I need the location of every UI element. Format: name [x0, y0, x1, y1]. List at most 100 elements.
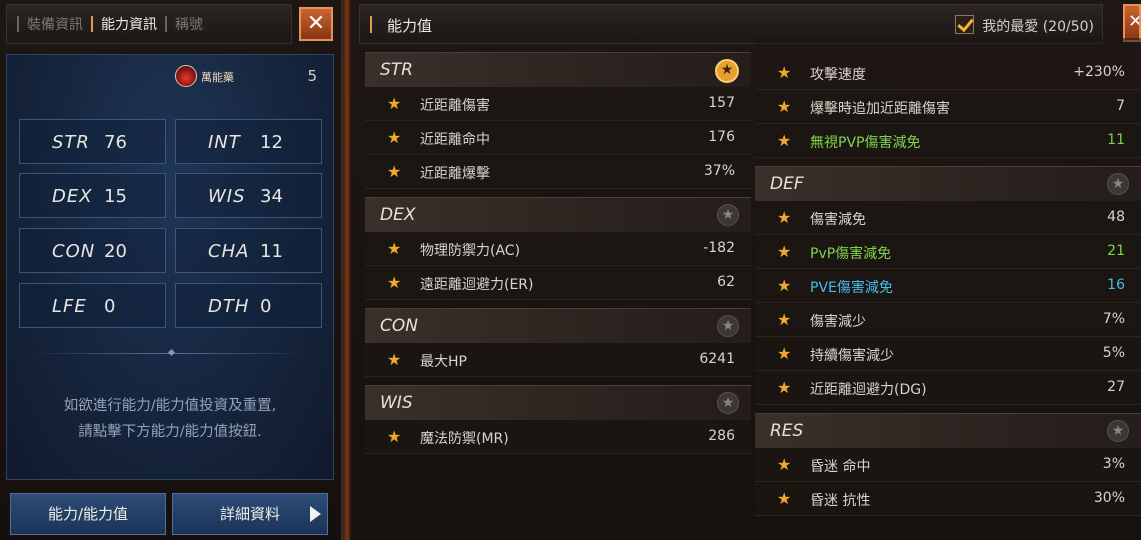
star-icon[interactable]: ★	[777, 310, 791, 329]
hint-text: 如欲進行能力/能力值投資及重置, 請點擊下方能力/能力值按鈕.	[7, 393, 333, 445]
level-value: 5	[307, 67, 317, 85]
star-icon[interactable]: ★	[777, 242, 791, 261]
stat-label: 近距離迴避力(DG)	[810, 382, 927, 398]
stat-name: LFE	[52, 296, 87, 317]
stat-row: ★ 傷害減免 48	[755, 201, 1141, 235]
star-icon[interactable]: ★	[387, 239, 401, 258]
class-header: 萬能藥 5	[7, 55, 333, 97]
section-header: DEX ★	[365, 197, 751, 232]
tab-ability-info[interactable]: 能力資訊	[93, 14, 165, 34]
star-icon[interactable]: ★	[777, 455, 791, 474]
stat-label: 近距離命中	[420, 132, 490, 148]
star-icon[interactable]: ★	[777, 208, 791, 227]
stat-value: 15	[104, 186, 127, 207]
stat-value: 48	[1107, 209, 1125, 225]
stat-value: 0	[260, 296, 272, 317]
section-str: STR ★ ★ 近距離傷害 157 ★ 近距離命中 176 ★ 近距離爆擊 37%	[365, 52, 751, 189]
section-header: DEF ★	[755, 166, 1141, 201]
section-title: STR	[380, 60, 413, 80]
details-button[interactable]: 詳細資料	[172, 493, 328, 535]
section-def: DEF ★ ★ 傷害減免 48 ★ PvP傷害減免 21 ★ PVE傷害減免 16 ★ 傷害減少 7% ★ 持…	[755, 166, 1141, 405]
stat-label: 傷害減少	[810, 314, 866, 330]
star-icon[interactable]: ★	[777, 344, 791, 363]
star-icon[interactable]: ★	[777, 63, 791, 82]
star-icon[interactable]: ★	[387, 162, 401, 181]
stats-column-left: STR ★ ★ 近距離傷害 157 ★ 近距離命中 176 ★ 近距離爆擊 37% DEX ★ ★ 物理防禦…	[365, 52, 751, 540]
stat-lfe: LFE 0	[19, 283, 166, 328]
stat-name: WIS	[208, 186, 246, 207]
stat-value: 37%	[703, 163, 735, 179]
stat-int: INT 12	[175, 119, 322, 164]
divider-ornament	[167, 348, 176, 357]
stat-row: ★ 攻擊速度 +230%	[755, 56, 1141, 90]
star-icon[interactable]: ★	[777, 131, 791, 150]
favorite-star-icon[interactable]: ★	[717, 204, 739, 226]
star-icon[interactable]: ★	[387, 128, 401, 147]
stat-value: 21	[1107, 243, 1125, 259]
tab-title[interactable]: 稱號	[167, 14, 211, 34]
stat-wis: WIS 34	[175, 173, 322, 218]
info-tabbar: 裝備資訊 能力資訊 稱號	[6, 4, 292, 44]
star-icon[interactable]: ★	[387, 94, 401, 113]
title-accent	[370, 16, 372, 33]
stat-row: ★ 持續傷害減少 5%	[755, 337, 1141, 371]
stat-row: ★ 最大HP 6241	[365, 343, 751, 377]
favorite-star-icon[interactable]: ★	[717, 315, 739, 337]
section-dex: DEX ★ ★ 物理防禦力(AC) -182 ★ 遠距離迴避力(ER) 62	[365, 197, 751, 300]
star-icon[interactable]: ★	[387, 273, 401, 292]
section-con: CON ★ ★ 最大HP 6241	[365, 308, 751, 377]
stat-row: ★ 近距離爆擊 37%	[365, 155, 751, 189]
favorites-toggle[interactable]: 我的最愛 (20/50)	[955, 15, 1094, 36]
stat-row: ★ 昏迷 抗性 30%	[755, 482, 1141, 516]
stat-value: 20	[104, 241, 127, 262]
section-header: CON ★	[365, 308, 751, 343]
stat-value: 30%	[1093, 490, 1125, 506]
favorite-star-icon[interactable]: ★	[717, 392, 739, 414]
star-icon[interactable]: ★	[777, 97, 791, 116]
stat-row: ★ 傷害減少 7%	[755, 303, 1141, 337]
details-label: 詳細資料	[219, 505, 280, 523]
stat-row: ★ 遠距離迴避力(ER) 62	[365, 266, 751, 300]
close-button[interactable]: ✕	[1123, 4, 1141, 42]
window-title: 能力值	[387, 17, 433, 35]
star-icon[interactable]: ★	[777, 378, 791, 397]
star-icon[interactable]: ★	[777, 276, 791, 295]
stat-label: 魔法防禦(MR)	[420, 431, 509, 447]
stat-row: ★ 近距離命中 176	[365, 121, 751, 155]
stat-label: PVE傷害減免	[810, 280, 893, 296]
stat-str: STR 76	[19, 119, 166, 164]
hint-line: 請點擊下方能力/能力值按鈕.	[78, 424, 262, 440]
stat-label: PvP傷害減免	[810, 246, 892, 262]
favorite-star-icon[interactable]: ★	[1107, 173, 1129, 195]
stat-label: 無視PVP傷害減免	[810, 135, 921, 151]
background-strip	[343, 0, 351, 540]
stat-value: 27	[1107, 379, 1125, 395]
stats-button[interactable]: 能力/能力值	[10, 493, 166, 535]
stat-value: 7	[1116, 98, 1125, 114]
section-title: DEF	[770, 174, 804, 194]
favorite-star-icon[interactable]: ★	[715, 59, 739, 83]
star-icon[interactable]: ★	[387, 427, 401, 446]
stat-value: 176	[708, 129, 735, 145]
stat-value: +230%	[1073, 64, 1125, 80]
stat-dex: DEX 15	[19, 173, 166, 218]
favorite-star-icon[interactable]: ★	[1107, 420, 1129, 442]
stat-row: ★ PvP傷害減免 21	[755, 235, 1141, 269]
close-button[interactable]: ✕	[299, 7, 333, 41]
stat-con: CON 20	[19, 228, 166, 273]
stat-label: 最大HP	[420, 354, 467, 370]
star-icon[interactable]: ★	[777, 489, 791, 508]
stat-value: 34	[260, 186, 283, 207]
hint-line: 如欲進行能力/能力值投資及重置,	[63, 398, 277, 414]
checkbox-icon[interactable]	[955, 15, 975, 34]
character-info-window: 裝備資訊 能力資訊 稱號 ✕ 萬能藥 5 STR 76 INT 12 DEX 1…	[0, 0, 343, 540]
stat-row: ★ 物理防禦力(AC) -182	[365, 232, 751, 266]
stat-value: 62	[717, 274, 735, 290]
potion-icon	[175, 65, 197, 87]
star-icon[interactable]: ★	[387, 350, 401, 369]
class-name: 萬能藥	[201, 71, 234, 84]
tab-equipment-info[interactable]: 裝備資訊	[19, 14, 91, 34]
stat-name: DTH	[208, 296, 250, 317]
stat-row: ★ 爆擊時追加近距離傷害 7	[755, 90, 1141, 124]
stat-name: DEX	[52, 186, 93, 207]
